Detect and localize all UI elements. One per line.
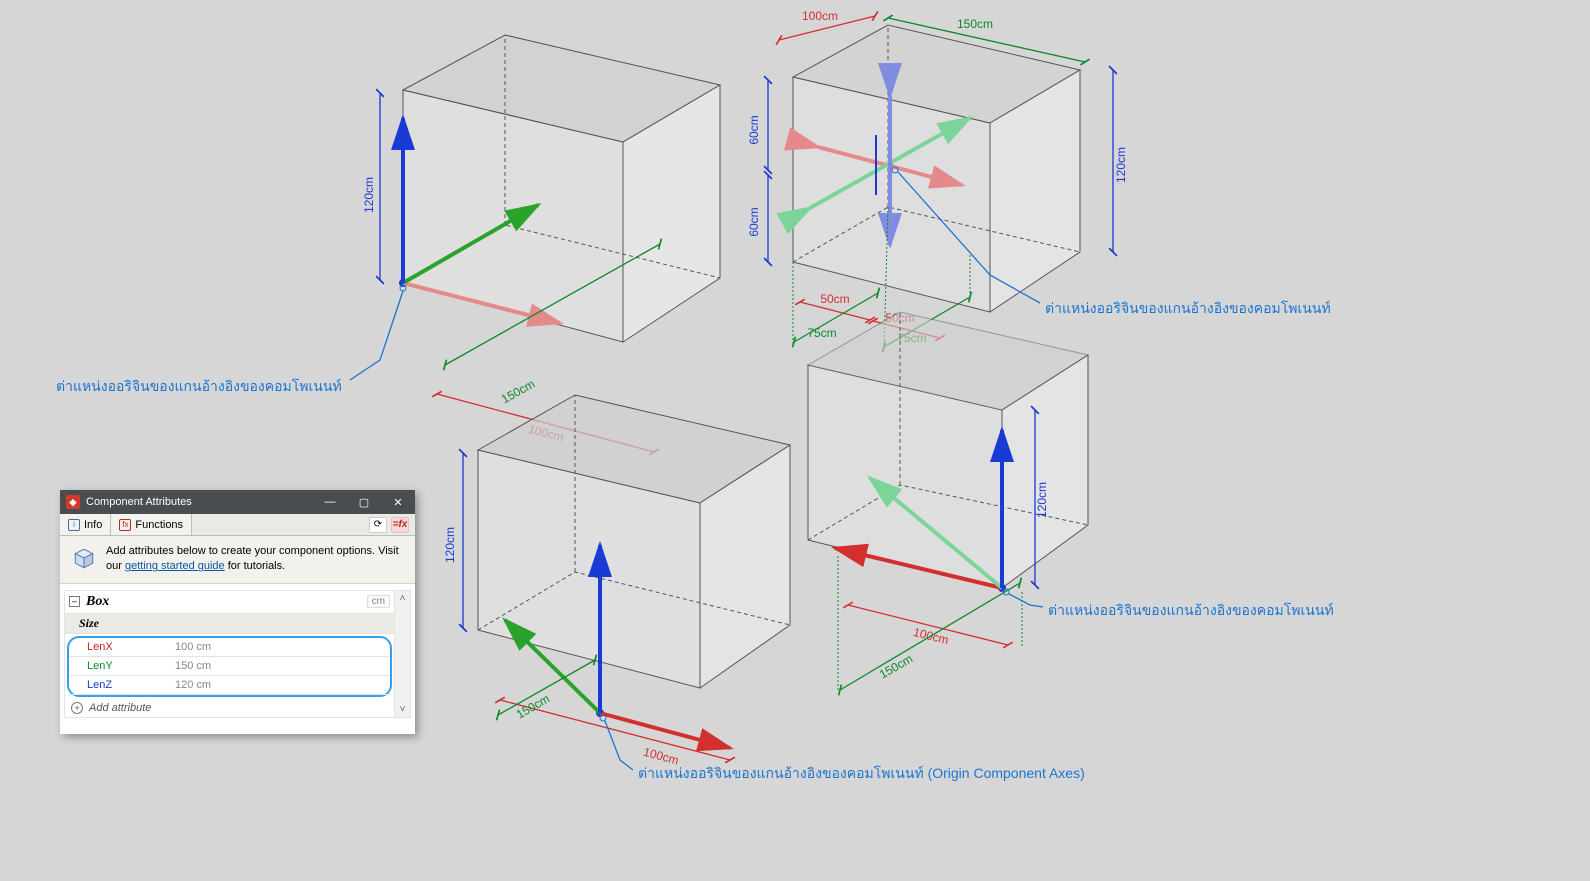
- svg-text:150cm: 150cm: [499, 377, 537, 407]
- size-header: Size: [65, 614, 394, 634]
- attr-leny-label: LenY: [69, 657, 169, 675]
- add-attribute-label: Add attribute: [89, 702, 151, 714]
- size-attr-group: LenX 100 cm LenY 150 cm LenZ 120 cm: [67, 636, 392, 697]
- svg-text:120cm: 120cm: [1035, 482, 1049, 518]
- refresh-button[interactable]: ⟳: [369, 517, 387, 533]
- svg-text:60cm: 60cm: [747, 115, 761, 144]
- panel-titlebar[interactable]: ◆ Component Attributes — ▢ ✕: [60, 490, 415, 514]
- diagram-canvas: 120cm 100cm 150cm 100cm 150cm 120cm: [0, 0, 1590, 881]
- component-name: Box: [86, 594, 109, 610]
- tab-info[interactable]: i Info: [60, 514, 111, 535]
- tab-functions[interactable]: fx Functions: [111, 514, 192, 535]
- component-header[interactable]: – Box cm: [65, 591, 394, 614]
- svg-text:150cm: 150cm: [514, 691, 552, 721]
- svg-text:60cm: 60cm: [747, 207, 761, 236]
- component-cube-icon: [70, 544, 98, 572]
- unit-label[interactable]: cm: [367, 595, 390, 608]
- attr-lenx-label: LenX: [69, 638, 169, 656]
- svg-text:150cm: 150cm: [957, 17, 993, 31]
- scrollbar[interactable]: ˄ ˅: [395, 590, 411, 718]
- annotation-bottom-right: ต่าแหน่งออริจินของแกนอ้างอิงของคอมโพเนนท…: [1048, 600, 1334, 622]
- attr-row-leny[interactable]: LenY 150 cm: [69, 657, 390, 676]
- attr-row-lenz[interactable]: LenZ 120 cm: [69, 676, 390, 695]
- add-icon: +: [71, 702, 83, 714]
- minimize-button[interactable]: —: [313, 490, 347, 514]
- attribute-tree: – Box cm Size LenX 100 cm LenY 150 cm Le…: [64, 590, 395, 718]
- panel-title: Component Attributes: [86, 496, 192, 508]
- annotation-bottom-center: ต่าแหน่งออริจินของแกนอ้างอิงของคอมโพเนนท…: [638, 763, 1085, 785]
- info-icon: i: [68, 519, 80, 531]
- svg-text:75cm: 75cm: [807, 326, 836, 340]
- svg-text:50cm: 50cm: [820, 292, 849, 306]
- attr-lenz-value[interactable]: 120 cm: [169, 676, 390, 694]
- component-attributes-panel: ◆ Component Attributes — ▢ ✕ i Info fx F…: [60, 490, 415, 734]
- getting-started-link[interactable]: getting started guide: [125, 560, 225, 572]
- tab-info-label: Info: [84, 519, 102, 531]
- scroll-up-icon[interactable]: ˄: [400, 593, 406, 604]
- fx-icon: fx: [119, 519, 131, 531]
- svg-text:120cm: 120cm: [1114, 147, 1128, 183]
- scroll-down-icon[interactable]: ˅: [400, 704, 406, 715]
- svg-text:120cm: 120cm: [362, 177, 376, 213]
- add-attribute-row[interactable]: + Add attribute: [65, 699, 394, 717]
- annotation-top-right: ต่าแหน่งออริจินของแกนอ้างอิงของคอมโพเนนท…: [1045, 298, 1331, 320]
- box-bottom-right: 120cm 100cm 150cm: [808, 312, 1088, 692]
- sketchup-icon: ◆: [66, 495, 80, 509]
- collapse-toggle-icon[interactable]: –: [69, 596, 80, 607]
- svg-text:100cm: 100cm: [802, 9, 838, 23]
- attr-row-lenx[interactable]: LenX 100 cm: [69, 638, 390, 657]
- toggle-formula-button[interactable]: =fx: [391, 517, 409, 533]
- attr-lenx-value[interactable]: 100 cm: [169, 638, 390, 656]
- attr-lenz-label: LenZ: [69, 676, 169, 694]
- tab-functions-label: Functions: [135, 519, 183, 531]
- close-button[interactable]: ✕: [381, 490, 415, 514]
- annotation-top-left: ต่าแหน่งออริจินของแกนอ้างอิงของคอมโพเนนท…: [56, 376, 342, 398]
- box-top-left: 120cm 100cm 150cm: [350, 35, 720, 452]
- panel-body: – Box cm Size LenX 100 cm LenY 150 cm Le…: [60, 584, 415, 734]
- box-bottom-left: 120cm 100cm 150cm: [443, 395, 790, 770]
- panel-tabs: i Info fx Functions ⟳ =fx: [60, 514, 415, 536]
- svg-text:120cm: 120cm: [443, 527, 457, 563]
- attr-leny-value[interactable]: 150 cm: [169, 657, 390, 675]
- panel-hint: Add attributes below to create your comp…: [60, 536, 415, 584]
- hint-suffix: for tutorials.: [228, 560, 285, 572]
- maximize-button[interactable]: ▢: [347, 490, 381, 514]
